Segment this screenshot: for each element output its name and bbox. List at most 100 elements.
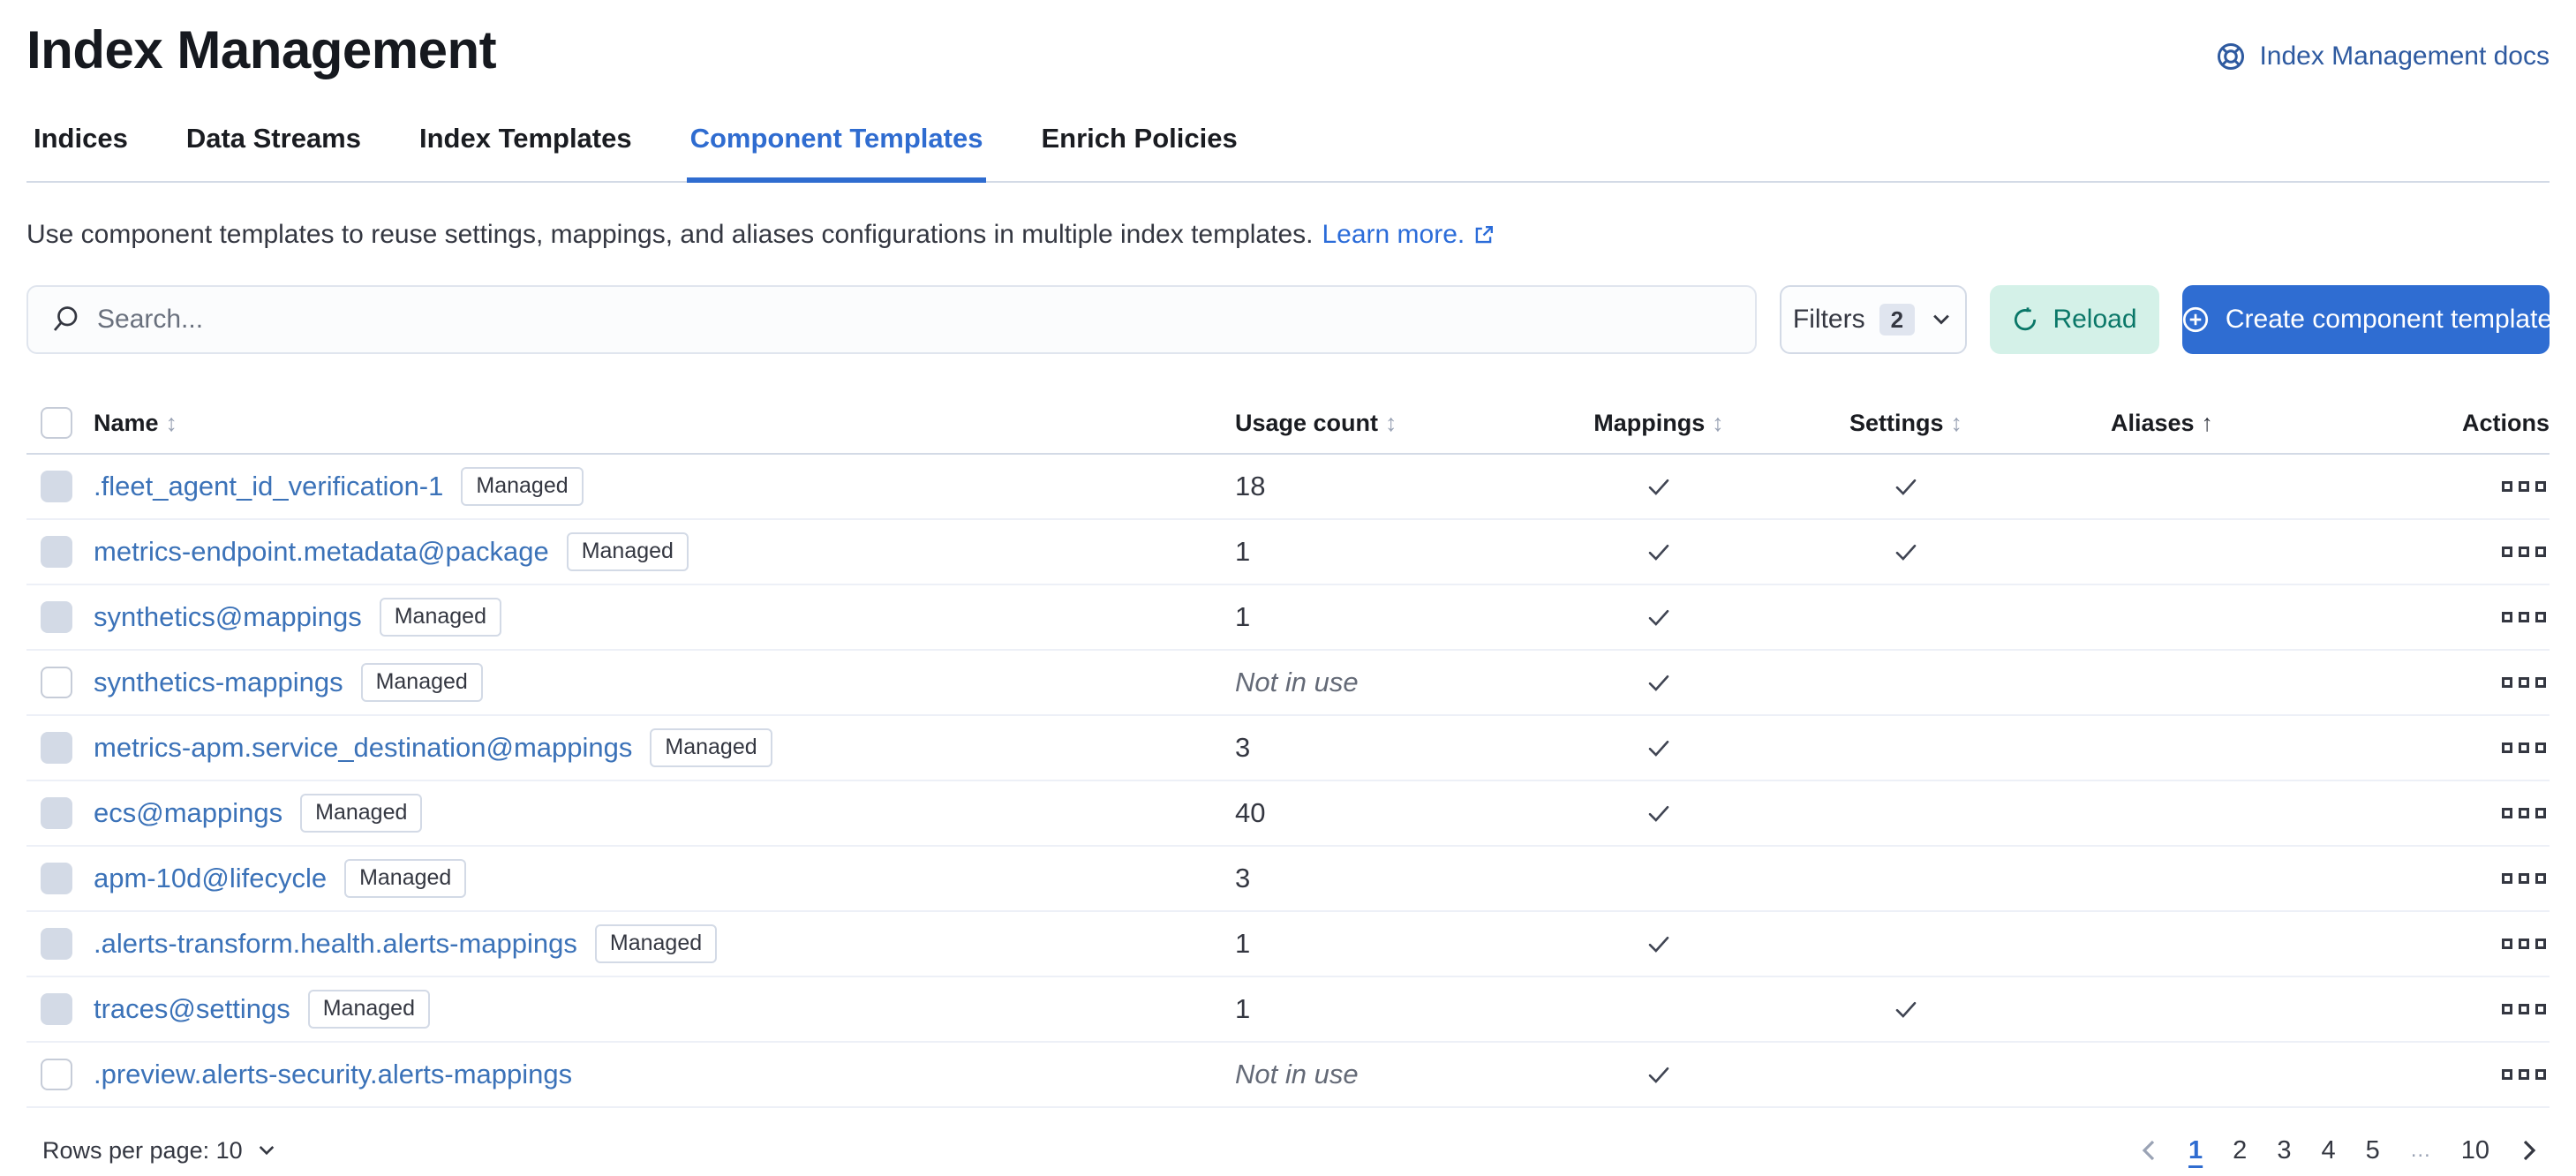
row-checkbox bbox=[41, 471, 72, 502]
tab-component-templates[interactable]: Component Templates bbox=[687, 123, 987, 183]
mappings-check-icon bbox=[1645, 538, 1673, 566]
managed-badge: Managed bbox=[595, 924, 717, 962]
page-4[interactable]: 4 bbox=[2309, 1131, 2347, 1171]
template-name-link[interactable]: apm-10d@lifecycle bbox=[94, 863, 327, 894]
usage-count: 18 bbox=[1235, 471, 1265, 502]
template-name-link[interactable]: .fleet_agent_id_verification-1 bbox=[94, 471, 443, 502]
next-page-icon[interactable] bbox=[2507, 1136, 2550, 1165]
create-button-label: Create component template bbox=[2226, 305, 2552, 335]
managed-badge: Managed bbox=[650, 728, 772, 766]
table-row: ecs@mappings Managed 40 bbox=[26, 781, 2550, 847]
chevron-down-icon bbox=[255, 1139, 278, 1162]
table-header-row: Name↕Usage count↕Mappings↕Settings↕Alias… bbox=[26, 393, 2550, 455]
filters-label: Filters bbox=[1793, 305, 1865, 335]
chevron-down-icon bbox=[1929, 307, 1954, 332]
template-name-link[interactable]: metrics-endpoint.metadata@package bbox=[94, 536, 549, 568]
table-row: synthetics@mappings Managed 1 bbox=[26, 585, 2550, 651]
tab-bar: Indices Data Streams Index Templates Compon… bbox=[26, 123, 2550, 183]
tab-indices[interactable]: Indices bbox=[30, 123, 132, 183]
usage-count: 40 bbox=[1235, 797, 1265, 829]
rows-per-page-selector[interactable]: Rows per page: 10 bbox=[26, 1137, 278, 1165]
page-10[interactable]: 10 bbox=[2449, 1131, 2502, 1171]
pagination: 12345…10 bbox=[2128, 1131, 2550, 1171]
template-name-link[interactable]: traces@settings bbox=[94, 993, 290, 1025]
plus-circle-icon bbox=[2180, 304, 2211, 335]
row-actions-button[interactable] bbox=[2498, 668, 2550, 697]
row-checkbox bbox=[41, 601, 72, 633]
managed-badge: Managed bbox=[344, 859, 466, 897]
row-checkbox bbox=[41, 863, 72, 894]
search-input[interactable] bbox=[97, 305, 1734, 335]
page-ellipsis: … bbox=[2398, 1133, 2444, 1168]
mappings-check-icon bbox=[1645, 472, 1673, 501]
column-header-name[interactable]: Name bbox=[94, 410, 159, 437]
filters-button[interactable]: Filters 2 bbox=[1780, 285, 1967, 354]
row-actions-button[interactable] bbox=[2498, 472, 2550, 501]
table-row: traces@settings Managed 1 bbox=[26, 977, 2550, 1043]
search-box[interactable] bbox=[26, 285, 1757, 354]
template-name-link[interactable]: synthetics@mappings bbox=[94, 601, 362, 633]
table-footer: Rows per page: 10 12345…10 bbox=[26, 1124, 2550, 1176]
row-checkbox[interactable] bbox=[41, 1059, 72, 1090]
page-5[interactable]: 5 bbox=[2354, 1131, 2392, 1171]
row-actions-button[interactable] bbox=[2498, 734, 2550, 762]
sortable-icon: ↕ bbox=[1712, 410, 1724, 437]
template-name-link[interactable]: .preview.alerts-security.alerts-mappings bbox=[94, 1059, 572, 1090]
table-row: synthetics-mappings Managed Not in use bbox=[26, 651, 2550, 716]
tab-data-streams[interactable]: Data Streams bbox=[183, 123, 365, 183]
table-row: apm-10d@lifecycle Managed 3 bbox=[26, 847, 2550, 912]
column-header-aliases[interactable]: Aliases bbox=[2111, 410, 2195, 437]
learn-more-link[interactable]: Learn more. bbox=[1322, 220, 1495, 250]
row-actions-button[interactable] bbox=[2498, 930, 2550, 958]
usage-count: 3 bbox=[1235, 732, 1250, 764]
settings-check-icon bbox=[1892, 472, 1920, 501]
docs-link[interactable]: Index Management docs bbox=[2215, 41, 2550, 72]
create-component-template-button[interactable]: Create component template bbox=[2182, 285, 2550, 354]
row-checkbox[interactable] bbox=[41, 667, 72, 698]
page-3[interactable]: 3 bbox=[2264, 1131, 2303, 1171]
description-text: Use component templates to reuse setting… bbox=[26, 220, 1313, 250]
component-templates-table: Name↕Usage count↕Mappings↕Settings↕Alias… bbox=[26, 393, 2550, 1108]
row-actions-button[interactable] bbox=[2498, 603, 2550, 631]
reload-button[interactable]: Reload bbox=[1990, 285, 2159, 354]
column-header-settings[interactable]: Settings bbox=[1849, 410, 1944, 437]
column-header-mappings[interactable]: Mappings bbox=[1593, 410, 1705, 437]
page-description: Use component templates to reuse setting… bbox=[26, 220, 2550, 250]
managed-badge: Managed bbox=[461, 467, 583, 505]
tab-enrich-policies[interactable]: Enrich Policies bbox=[1037, 123, 1240, 183]
table-row: .preview.alerts-security.alerts-mappings… bbox=[26, 1043, 2550, 1108]
page-header: Index Management Index Management docs bbox=[26, 12, 2550, 80]
template-name-link[interactable]: .alerts-transform.health.alerts-mappings bbox=[94, 928, 577, 960]
table-row: .fleet_agent_id_verification-1 Managed 1… bbox=[26, 455, 2550, 520]
previous-page-icon bbox=[2128, 1136, 2171, 1165]
usage-count: 1 bbox=[1235, 601, 1250, 633]
page-1[interactable]: 1 bbox=[2176, 1131, 2215, 1171]
row-checkbox bbox=[41, 536, 72, 568]
rows-per-page-label: Rows per page: 10 bbox=[42, 1137, 243, 1165]
sort-ascending-icon: ↑ bbox=[2202, 410, 2214, 437]
reload-label: Reload bbox=[2053, 305, 2136, 335]
tab-index-templates[interactable]: Index Templates bbox=[416, 123, 636, 183]
usage-count: 1 bbox=[1235, 928, 1250, 960]
row-checkbox bbox=[41, 732, 72, 764]
table-row: metrics-endpoint.metadata@package Manage… bbox=[26, 520, 2550, 585]
row-actions-button[interactable] bbox=[2498, 538, 2550, 566]
template-name-link[interactable]: ecs@mappings bbox=[94, 797, 282, 829]
row-actions-button[interactable] bbox=[2498, 864, 2550, 893]
mappings-check-icon bbox=[1645, 603, 1673, 631]
template-name-link[interactable]: metrics-apm.service_destination@mappings bbox=[94, 732, 632, 764]
select-all-checkbox[interactable] bbox=[41, 407, 72, 439]
learn-more-label: Learn more. bbox=[1322, 220, 1465, 250]
row-checkbox bbox=[41, 797, 72, 829]
filters-count-badge: 2 bbox=[1879, 304, 1915, 335]
column-header-usage-count[interactable]: Usage count bbox=[1235, 410, 1378, 437]
page-title: Index Management bbox=[26, 19, 496, 80]
row-actions-button[interactable] bbox=[2498, 995, 2550, 1023]
row-actions-button[interactable] bbox=[2498, 1060, 2550, 1089]
template-name-link[interactable]: synthetics-mappings bbox=[94, 667, 343, 698]
page-2[interactable]: 2 bbox=[2220, 1131, 2259, 1171]
row-actions-button[interactable] bbox=[2498, 799, 2550, 827]
external-link-icon bbox=[1472, 223, 1495, 247]
settings-check-icon bbox=[1892, 995, 1920, 1023]
toolbar: Filters 2 Reload Create component templa… bbox=[26, 285, 2550, 354]
